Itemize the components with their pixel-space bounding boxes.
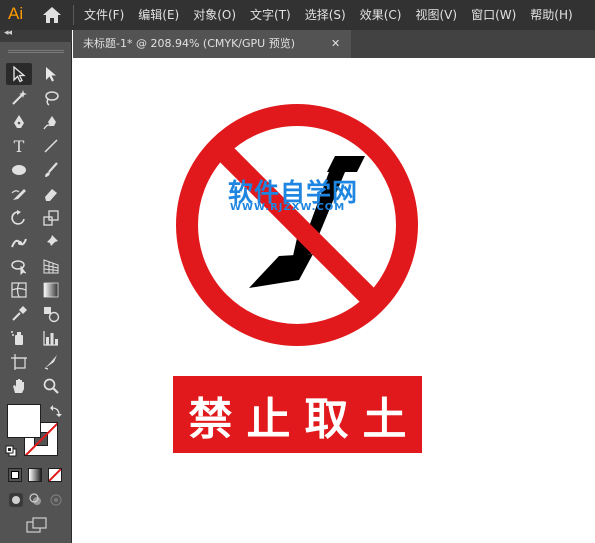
symbol-sprayer-tool[interactable]	[6, 327, 32, 349]
swap-fill-stroke-icon[interactable]	[49, 404, 63, 418]
rotate-tool[interactable]	[6, 207, 32, 229]
shape-builder-icon	[11, 260, 27, 275]
column-graph-tool[interactable]	[38, 327, 64, 349]
slice-tool[interactable]	[38, 351, 64, 373]
menu-select[interactable]: 选择(S)	[305, 0, 346, 30]
pin-tool[interactable]	[38, 231, 64, 253]
document-tab-title: 未标题-1* @ 208.94% (CMYK/GPU 预览)	[83, 37, 295, 50]
column-graph-icon	[43, 331, 58, 346]
draw-behind-icon[interactable]	[28, 492, 44, 508]
eraser-tool[interactable]	[38, 183, 64, 205]
pin-icon	[45, 235, 58, 248]
blend-icon	[44, 307, 60, 323]
eyedropper-icon	[12, 306, 27, 321]
fill-swatch[interactable]	[7, 404, 41, 438]
prohibition-sign	[176, 104, 418, 346]
perspective-grid-icon	[43, 259, 59, 274]
paintbrush-tool[interactable]	[38, 159, 64, 181]
menu-type[interactable]: 文字(T)	[250, 0, 291, 30]
sign-label-text: 禁止取土	[188, 393, 421, 445]
menu-window[interactable]: 窗口(W)	[471, 0, 516, 30]
app-logo: Ai	[8, 4, 24, 23]
gradient-mode-button[interactable]	[28, 468, 42, 482]
shaper-tool[interactable]	[6, 183, 32, 205]
blend-tool[interactable]	[38, 303, 64, 325]
panel-grip[interactable]	[8, 50, 64, 53]
document-tab[interactable]: 未标题-1* @ 208.94% (CMYK/GPU 预览) ✕	[73, 30, 351, 58]
menu-effect[interactable]: 效果(C)	[360, 0, 402, 30]
rotate-icon	[11, 210, 25, 225]
menu-bar: Ai 文件(F) 编辑(E) 对象(O) 文字(T) 选择(S) 效果(C) 视…	[0, 0, 595, 30]
none-mode-button[interactable]	[48, 468, 62, 482]
menu-view[interactable]: 视图(V)	[415, 0, 457, 30]
scale-icon	[43, 210, 59, 226]
home-button[interactable]	[41, 5, 63, 25]
zoom-tool[interactable]	[38, 375, 64, 397]
draw-inside-icon[interactable]	[48, 492, 64, 508]
sign-label-panel: 禁止取土	[173, 376, 422, 453]
symbol-sprayer-icon	[11, 331, 23, 345]
tool-panel: ◂◂ T	[0, 28, 72, 543]
zoom-magnifier-icon	[43, 378, 59, 394]
screen-mode-icon[interactable]	[26, 517, 48, 533]
watermark-url: WWW.RJZXW.COM	[230, 202, 346, 213]
shovel-blade	[249, 254, 313, 288]
gradient-icon	[43, 282, 59, 298]
artboard-canvas[interactable]: 软件自学网 WWW.RJZXW.COM 禁止取土	[73, 58, 595, 543]
menu-separator	[73, 5, 74, 25]
home-icon	[43, 7, 61, 23]
hand-icon	[13, 379, 24, 393]
menu-items: 文件(F) 编辑(E) 对象(O) 文字(T) 选择(S) 效果(C) 视图(V…	[84, 0, 587, 30]
direct-selection-tool[interactable]	[38, 63, 64, 85]
hand-tool[interactable]	[6, 375, 32, 397]
direct-selection-arrow-icon	[46, 67, 56, 82]
panel-header: ◂◂	[0, 28, 72, 42]
mesh-tool[interactable]	[6, 279, 32, 301]
ellipse-icon	[12, 165, 26, 175]
eraser-icon	[45, 189, 57, 201]
artboard-tool[interactable]	[6, 351, 32, 373]
selection-arrow-icon	[13, 65, 26, 83]
artwork	[176, 104, 418, 346]
shaper-pencil-icon	[11, 189, 26, 200]
color-mode-button[interactable]	[8, 468, 22, 482]
curvature-pen-icon	[43, 116, 56, 130]
scale-tool[interactable]	[38, 207, 64, 229]
slice-knife-icon	[44, 355, 57, 370]
menu-object[interactable]: 对象(O)	[193, 0, 236, 30]
type-t-icon: T	[13, 136, 25, 156]
magic-wand-tool[interactable]	[6, 87, 32, 109]
lasso-icon	[45, 91, 59, 106]
paintbrush-icon	[45, 162, 58, 177]
mesh-icon	[11, 282, 27, 298]
curvature-tool[interactable]	[38, 111, 64, 133]
shape-builder-tool[interactable]	[6, 255, 32, 277]
line-segment-tool[interactable]	[38, 135, 64, 157]
puppet-warp-icon	[11, 238, 27, 248]
document-tab-bar: 未标题-1* @ 208.94% (CMYK/GPU 预览) ✕	[73, 30, 595, 58]
lasso-tool[interactable]	[38, 87, 64, 109]
gradient-tool[interactable]	[38, 279, 64, 301]
type-tool[interactable]: T	[6, 135, 32, 157]
draw-normal-icon[interactable]	[8, 492, 24, 508]
eyedropper-tool[interactable]	[6, 303, 32, 325]
default-fill-stroke-icon[interactable]	[5, 445, 17, 457]
puppet-warp-tool[interactable]	[6, 231, 32, 253]
pen-tool[interactable]	[6, 111, 32, 133]
close-tab-icon[interactable]: ✕	[331, 30, 340, 58]
menu-help[interactable]: 帮助(H)	[530, 0, 572, 30]
perspective-grid-tool[interactable]	[38, 255, 64, 277]
artboard-icon	[11, 354, 27, 370]
selection-tool[interactable]	[6, 63, 32, 85]
pen-nib-icon	[14, 115, 24, 128]
ellipse-tool[interactable]	[6, 159, 32, 181]
none-slash	[49, 469, 61, 481]
menu-file[interactable]: 文件(F)	[84, 0, 124, 30]
menu-edit[interactable]: 编辑(E)	[138, 0, 179, 30]
magic-wand-icon	[12, 90, 27, 105]
collapse-panel-button[interactable]: ◂◂	[4, 28, 12, 38]
line-segment-icon	[44, 139, 58, 153]
